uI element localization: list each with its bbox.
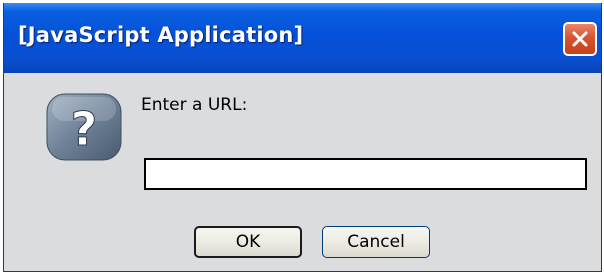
question-icon: ? bbox=[46, 93, 122, 161]
url-input[interactable] bbox=[144, 158, 587, 190]
close-button[interactable] bbox=[563, 22, 597, 56]
window-title: [JavaScript Application] bbox=[18, 23, 304, 47]
dialog-window: [JavaScript Application] ? Enter a URL: … bbox=[3, 3, 602, 272]
close-icon bbox=[572, 31, 588, 47]
prompt-label: Enter a URL: bbox=[141, 95, 248, 115]
title-bar[interactable]: [JavaScript Application] bbox=[4, 3, 601, 73]
ok-button[interactable]: OK bbox=[194, 226, 302, 258]
cancel-button[interactable]: Cancel bbox=[322, 226, 430, 258]
dialog-content: ? Enter a URL: OK Cancel bbox=[4, 73, 601, 271]
svg-text:?: ? bbox=[71, 102, 98, 156]
